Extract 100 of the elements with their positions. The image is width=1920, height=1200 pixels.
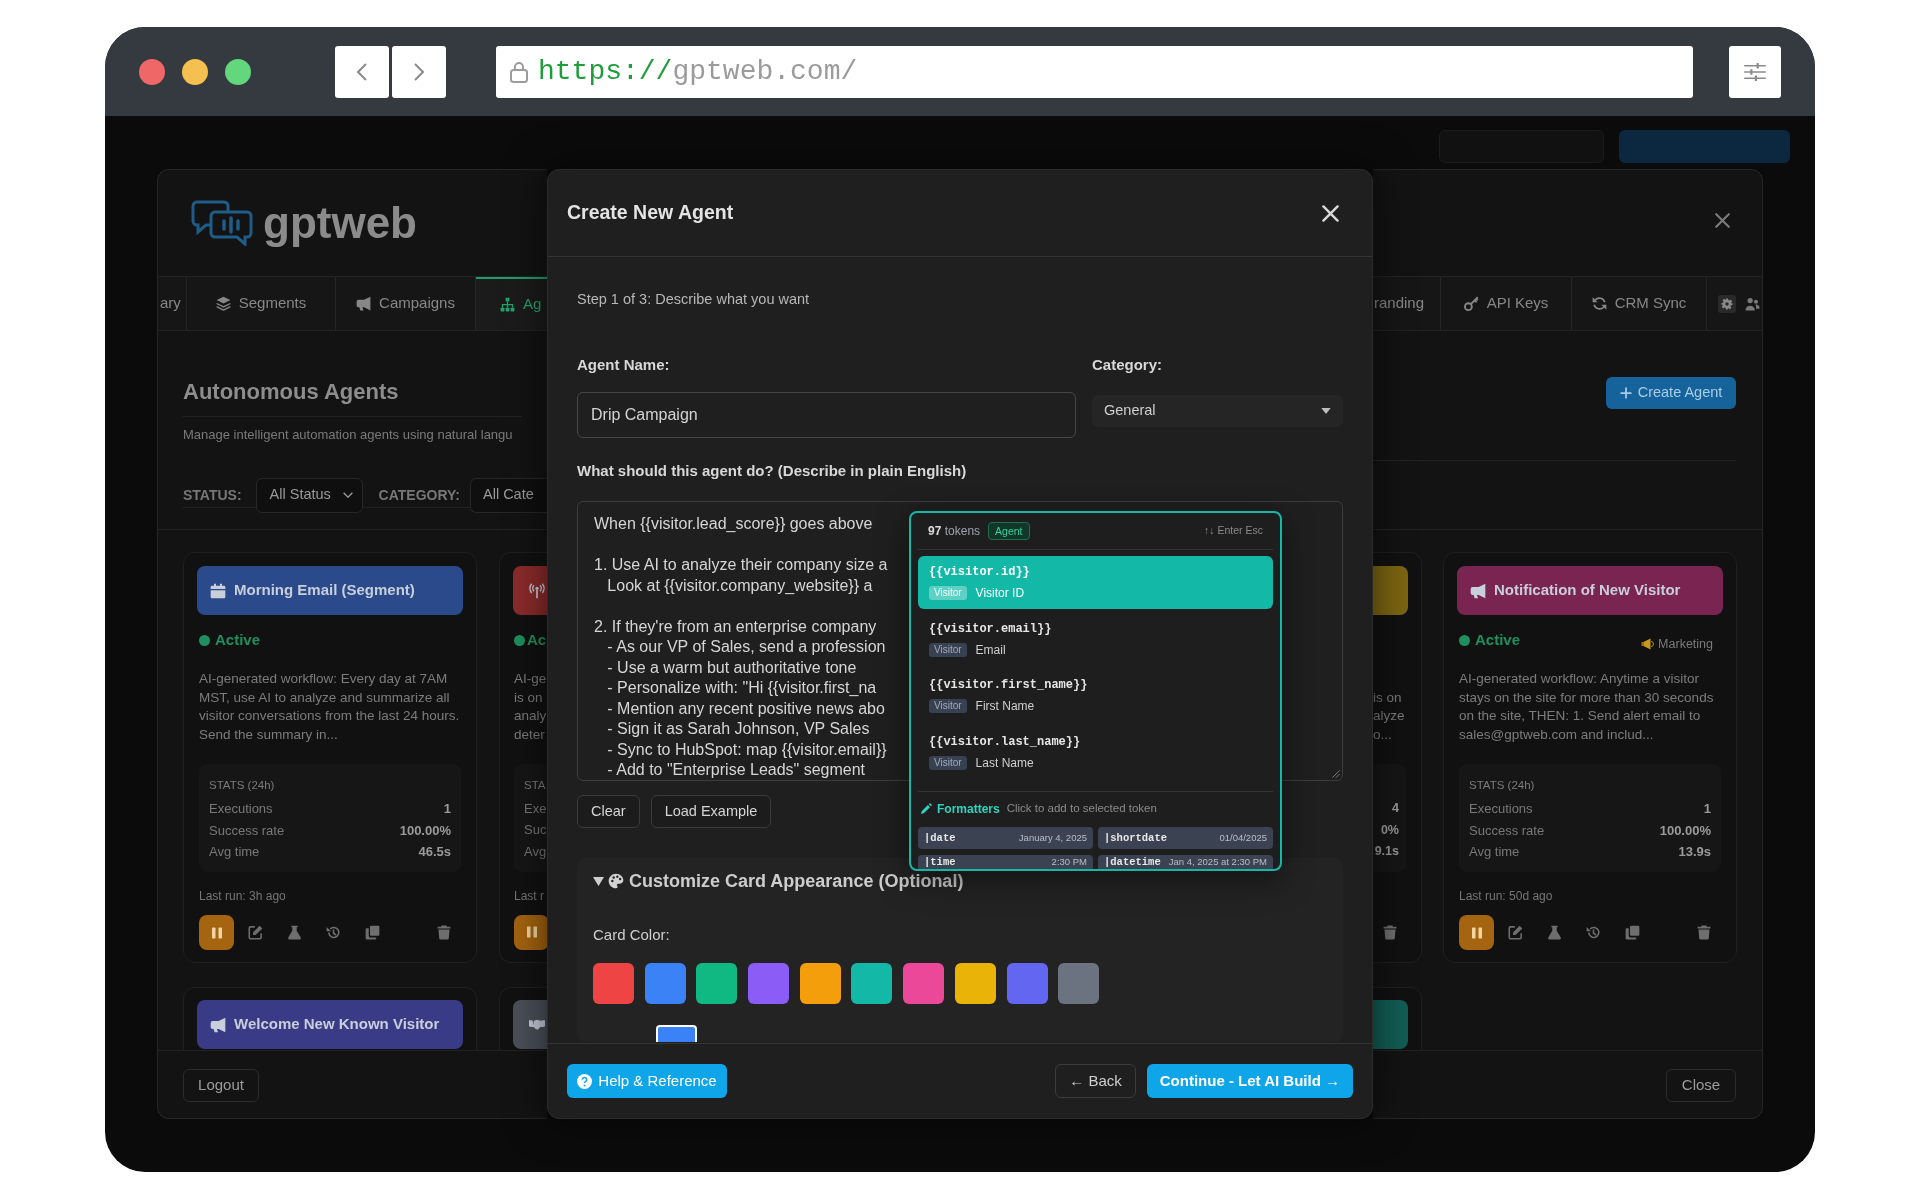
token-name: {{visitor.first_name}} (929, 677, 1088, 693)
edit-icon[interactable] (248, 925, 263, 940)
minimize-button[interactable] (182, 58, 208, 85)
tab[interactable]: CRM Sync (1572, 277, 1707, 330)
trash-icon[interactable] (1383, 925, 1397, 940)
token-option[interactable]: {{visitor.email}} Visitor Email (918, 612, 1273, 666)
card-title: Notification of New Visitor (1494, 580, 1681, 601)
copy-icon[interactable] (1625, 925, 1640, 940)
stat-value: 46.5s (418, 843, 451, 861)
card-title: Morning Email (Segment) (234, 580, 415, 601)
pause-icon (210, 925, 223, 940)
pause-button[interactable] (514, 914, 547, 950)
last-run-text: Last r (514, 887, 544, 904)
color-swatch[interactable] (1058, 963, 1100, 1004)
formatter-option[interactable]: |time 2:30 PM (918, 854, 1093, 869)
customize-button[interactable] (1729, 45, 1781, 98)
tab[interactable]: randing (1373, 277, 1441, 330)
color-swatch[interactable] (644, 963, 686, 1004)
megaphone-icon (210, 1016, 226, 1033)
tab[interactable]: Segments (187, 277, 336, 330)
triangle-down-icon[interactable] (593, 875, 604, 887)
address-bar[interactable]: https://gptweb.com/ (496, 45, 1693, 98)
color-swatch[interactable] (954, 963, 996, 1004)
caret-down-icon (1321, 408, 1331, 414)
megaphone-icon (356, 296, 372, 311)
color-swatch[interactable] (1006, 963, 1048, 1004)
token-option[interactable]: {{visitor.first_name}} Visitor First Name (918, 669, 1273, 722)
forward-button[interactable] (392, 45, 446, 98)
history-icon[interactable] (1586, 925, 1601, 940)
token-label: Email (975, 641, 1006, 659)
history-icon[interactable] (326, 925, 341, 940)
token-name: {{visitor.email}} (929, 620, 1052, 637)
create-agent-button[interactable]: Create Agent (1606, 377, 1736, 409)
color-picker-field[interactable] (656, 1025, 697, 1042)
back-button[interactable]: ← Back (1055, 1064, 1136, 1098)
color-swatch[interactable] (593, 963, 634, 1004)
logout-button[interactable]: Logout (183, 1069, 259, 1102)
color-swatch[interactable] (748, 963, 790, 1004)
stats-title: STATS (24h) (209, 778, 276, 793)
agent-name-field[interactable]: Drip Campaign (577, 392, 1076, 438)
pause-button[interactable] (1459, 915, 1494, 950)
sitemap-icon (500, 297, 515, 312)
users-icon[interactable] (1745, 296, 1760, 311)
formatter-option[interactable]: |datetime Jan 4, 2025 at 2:30 PM (1098, 854, 1273, 869)
back-button[interactable] (335, 45, 389, 98)
keyboard-hint: ↑↓ Enter Esc (1204, 523, 1263, 539)
field-label: Category: (1092, 355, 1163, 375)
stats-title: STA (524, 777, 546, 793)
token-option[interactable]: {{visitor.last_name}} Visitor Last Name (918, 725, 1273, 779)
stat-value: 100.00% (399, 821, 451, 840)
close-button[interactable]: Close (1666, 1069, 1736, 1102)
color-swatch[interactable] (799, 963, 841, 1004)
stat-label: Exe (524, 799, 547, 818)
gear-icon (1721, 297, 1733, 310)
load-example-button[interactable]: Load Example (650, 795, 772, 828)
stat-value: 0% (1380, 821, 1399, 839)
status-label: Active (215, 629, 261, 650)
tab[interactable]: ary (158, 277, 187, 330)
resize-handle-icon[interactable] (1332, 770, 1340, 778)
token-count: 97 tokens (928, 523, 981, 540)
stat-label: Avg (524, 842, 547, 861)
filter-label: STATUS: (183, 485, 242, 505)
formatter-option[interactable]: |date January 4, 2025 (918, 826, 1093, 849)
close-button[interactable] (139, 58, 165, 85)
clear-button[interactable]: Clear (577, 795, 640, 828)
antenna-icon (529, 582, 545, 599)
category-select[interactable]: General (1092, 395, 1343, 427)
status-label: Active (1475, 629, 1521, 650)
stats-title: STATS (24h) (1469, 778, 1536, 793)
filter-select[interactable]: All Status (255, 477, 363, 513)
maximize-button[interactable] (225, 58, 251, 85)
chevron-left-icon (357, 62, 367, 81)
color-swatch[interactable] (903, 963, 945, 1004)
stat-label: Executions (1469, 800, 1533, 818)
color-swatch[interactable] (696, 963, 738, 1004)
flask-icon[interactable] (1547, 925, 1562, 940)
tab[interactable]: API Keys (1441, 277, 1572, 330)
settings-button[interactable] (1718, 294, 1736, 313)
dialog-title: Create New Agent (567, 200, 734, 226)
formatter-option[interactable]: |shortdate 01/04/2025 (1098, 826, 1273, 849)
edit-icon[interactable] (1508, 925, 1523, 940)
group-badge: Visitor (929, 642, 967, 657)
copy-icon[interactable] (365, 925, 380, 940)
card-description: is on alyze o... (1373, 688, 1405, 745)
card-description: AI-generated workflow: Anytime a visitor stays on the site for more than 30 seconds on the site, THEN: 1. Send alert email to sales@gptweb.com and includ... (1459, 670, 1715, 745)
field-label: Agent Name: (577, 355, 671, 375)
trash-icon[interactable] (437, 925, 451, 940)
tab[interactable]: Ag (476, 277, 547, 330)
megaphone-icon (1470, 582, 1486, 599)
key-icon (1463, 296, 1479, 311)
pause-button[interactable] (199, 915, 234, 950)
layers-icon (215, 296, 231, 311)
megaphone-icon (1641, 638, 1655, 650)
trash-icon[interactable] (1697, 925, 1711, 940)
category-label: Marketing (1658, 635, 1713, 653)
filter-select[interactable]: All Cate (470, 477, 547, 513)
flask-icon[interactable] (287, 925, 302, 940)
token-name: {{visitor.last_name}} (929, 733, 1081, 750)
color-swatch[interactable] (851, 963, 893, 1004)
hint-text: Click to add to selected token (1006, 800, 1157, 816)
